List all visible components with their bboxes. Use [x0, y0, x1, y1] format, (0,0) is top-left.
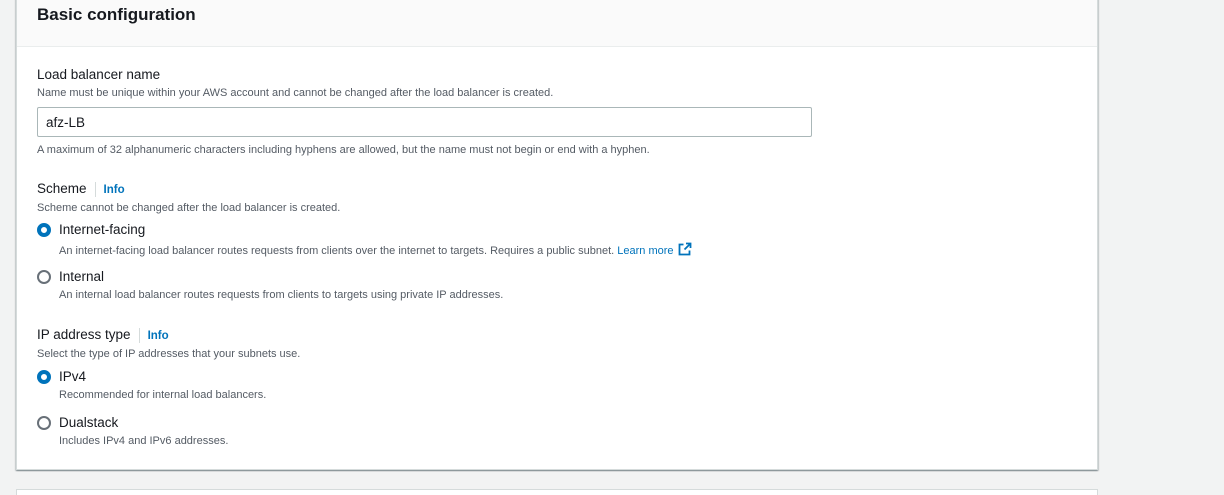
basic-configuration-panel: Basic configuration Load balancer name N… — [16, 0, 1098, 470]
scheme-label-row: Scheme Info — [37, 180, 125, 199]
lb-name-input[interactable] — [37, 107, 812, 137]
dualstack-radio[interactable] — [37, 416, 51, 430]
internal-label[interactable]: Internal — [59, 268, 104, 286]
scheme-description: Scheme cannot be changed after the load … — [37, 202, 341, 214]
lb-name-label: Load balancer name — [37, 67, 161, 82]
ipv4-description: Recommended for internal load balancers. — [59, 389, 267, 401]
ipv4-radio[interactable] — [37, 370, 51, 384]
learn-more-label: Learn more — [617, 245, 674, 257]
info-separator — [94, 181, 96, 197]
dualstack-description: Includes IPv4 and IPv6 addresses. — [59, 435, 229, 447]
lb-name-constraint: A maximum of 32 alphanumeric characters … — [37, 144, 650, 156]
internet-facing-description-row: An internet-facing load balancer routes … — [59, 242, 692, 261]
external-link-icon — [678, 242, 692, 261]
ip-type-info-link[interactable]: Info — [148, 330, 169, 342]
lb-name-description: Name must be unique within your AWS acco… — [37, 87, 554, 99]
internal-radio[interactable] — [37, 270, 51, 284]
internet-facing-radio[interactable] — [37, 223, 51, 237]
scheme-info-link[interactable]: Info — [104, 184, 125, 196]
next-section-panel — [16, 489, 1098, 495]
learn-more-link[interactable]: Learn more — [617, 242, 691, 257]
ipv4-label[interactable]: IPv4 — [59, 368, 86, 386]
dualstack-label[interactable]: Dualstack — [59, 414, 118, 432]
ip-type-label-row: IP address type Info — [37, 326, 169, 345]
internet-facing-description: An internet-facing load balancer routes … — [59, 245, 615, 257]
section-title: Basic configuration — [37, 5, 196, 24]
internal-description: An internal load balancer routes request… — [59, 289, 504, 301]
internet-facing-label[interactable]: Internet-facing — [59, 221, 145, 239]
ip-type-description: Select the type of IP addresses that you… — [37, 348, 301, 360]
info-separator — [138, 327, 140, 343]
panel-header: Basic configuration — [17, 0, 1097, 47]
scheme-label: Scheme — [37, 181, 87, 196]
ip-type-label: IP address type — [37, 327, 131, 342]
